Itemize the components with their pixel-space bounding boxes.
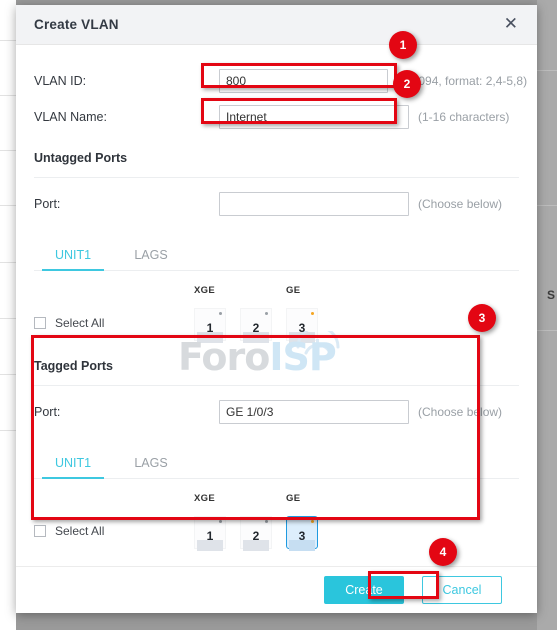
- vlan-id-row: VLAN ID: (2-4094, format: 2,4-5,8): [34, 63, 527, 99]
- tagged-group-labels: XGE GE: [194, 493, 318, 507]
- untagged-tab-unit1[interactable]: UNIT1: [34, 248, 112, 271]
- untagged-select-all[interactable]: Select All: [34, 316, 194, 330]
- untagged-port-input[interactable]: [219, 192, 409, 216]
- create-button[interactable]: Create: [324, 575, 404, 604]
- untagged-port-group: XGE GE 1 2 3: [194, 285, 318, 343]
- tagged-port-tile-3[interactable]: 3: [286, 516, 318, 551]
- untagged-port-hint: (Choose below): [418, 197, 503, 211]
- vlan-id-input[interactable]: [219, 69, 388, 93]
- untagged-port-number-1: 1: [206, 321, 214, 335]
- tagged-port-row: Port: (Choose below): [34, 394, 519, 430]
- untagged-port-row: Port: (Choose below): [34, 186, 519, 222]
- tagged-port-tile-2[interactable]: 2: [240, 516, 272, 551]
- untagged-ports-list: 1 2 3: [194, 308, 318, 343]
- untagged-port-tile-3[interactable]: 3: [286, 308, 318, 343]
- untagged-port-number-3: 3: [298, 321, 306, 335]
- untagged-select-all-checkbox[interactable]: [34, 317, 46, 329]
- dialog-title: Create VLAN: [34, 17, 119, 32]
- tagged-tab-unit1[interactable]: UNIT1: [34, 456, 112, 479]
- untagged-port-tile-2[interactable]: 2: [240, 308, 272, 343]
- tagged-port-number-2: 2: [252, 529, 260, 543]
- dialog-body: VLAN ID: (2-4094, format: 2,4-5,8) VLAN …: [16, 45, 537, 566]
- untagged-port-tile-1[interactable]: 1: [194, 308, 226, 343]
- tagged-port-label: Port:: [34, 405, 61, 419]
- tagged-group-label-xge: XGE: [194, 493, 215, 504]
- port-led-icon: [311, 312, 314, 315]
- untagged-group-label-xge: XGE: [194, 285, 215, 296]
- tagged-ports-list: 1 2 3: [194, 516, 318, 551]
- vlan-id-hint: (2-4094, format: 2,4-5,8): [397, 74, 528, 88]
- untagged-group-labels: XGE GE: [194, 285, 318, 299]
- background-partial-text: S: [546, 288, 555, 302]
- untagged-tab-lags[interactable]: LAGS: [112, 248, 190, 270]
- tagged-select-all[interactable]: Select All: [34, 524, 194, 538]
- tagged-port-hint: (Choose below): [418, 405, 503, 419]
- background-right-column: [537, 0, 557, 630]
- tagged-select-all-label: Select All: [55, 524, 105, 538]
- tagged-port-input[interactable]: [219, 400, 409, 424]
- port-led-icon: [265, 520, 268, 523]
- tagged-port-panel: Select All XGE GE 1 2 3: [34, 479, 519, 551]
- tagged-port-group: XGE GE 1 2 3: [194, 493, 318, 551]
- cancel-button[interactable]: Cancel: [422, 575, 502, 604]
- tagged-tabs: UNIT1 LAGS: [34, 442, 519, 479]
- port-led-icon: [219, 520, 222, 523]
- port-led-icon: [311, 520, 314, 523]
- untagged-ports-section-title: Untagged Ports: [34, 151, 128, 165]
- untagged-select-all-label: Select All: [55, 316, 105, 330]
- tagged-port-number-3: 3: [298, 529, 306, 543]
- dialog-header: Create VLAN ✕: [16, 5, 537, 45]
- tagged-ports-section-title: Tagged Ports: [34, 359, 113, 373]
- tagged-divider: [34, 385, 519, 386]
- vlan-name-input[interactable]: [219, 105, 409, 129]
- vlan-name-row: VLAN Name: (1-16 characters): [34, 99, 519, 135]
- vlan-name-label: VLAN Name:: [34, 110, 107, 124]
- vlan-id-label: VLAN ID:: [34, 74, 87, 88]
- create-vlan-dialog: Create VLAN ✕ VLAN ID: (2-4094, format: …: [16, 5, 537, 613]
- tagged-port-number-1: 1: [206, 529, 214, 543]
- tagged-tab-lags[interactable]: LAGS: [112, 456, 190, 478]
- untagged-port-label: Port:: [34, 197, 61, 211]
- tagged-select-all-checkbox[interactable]: [34, 525, 46, 537]
- vlan-name-hint: (1-16 characters): [418, 110, 510, 124]
- dialog-footer: Create Cancel: [16, 566, 537, 612]
- close-icon[interactable]: ✕: [501, 14, 521, 35]
- untagged-divider: [34, 177, 519, 178]
- port-led-icon: [219, 312, 222, 315]
- untagged-port-number-2: 2: [252, 321, 260, 335]
- background-left-column: [0, 0, 16, 630]
- tagged-group-label-ge: GE: [286, 493, 301, 504]
- untagged-port-panel: Select All XGE GE 1 2 3: [34, 271, 519, 343]
- untagged-tabs: UNIT1 LAGS: [34, 234, 519, 271]
- untagged-group-label-ge: GE: [286, 285, 301, 296]
- port-led-icon: [265, 312, 268, 315]
- tagged-port-tile-1[interactable]: 1: [194, 516, 226, 551]
